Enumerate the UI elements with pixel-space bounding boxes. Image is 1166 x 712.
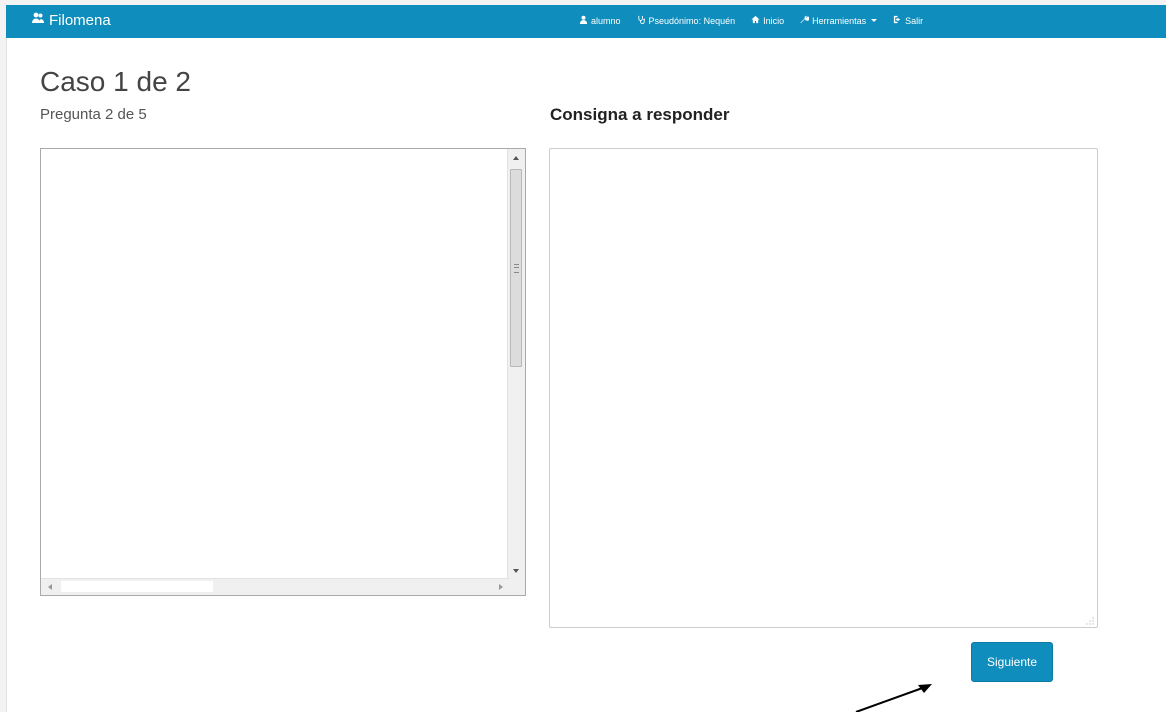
logout-icon xyxy=(893,15,902,26)
stethoscope-icon xyxy=(637,15,646,26)
nav-item-home[interactable]: Inicio xyxy=(751,15,784,26)
horizontal-scrollbar[interactable] xyxy=(41,578,510,595)
user-icon xyxy=(579,15,588,26)
case-content-panel[interactable] xyxy=(40,148,526,596)
nav-item-user-label: alumno xyxy=(591,15,621,26)
nav-item-logout-label: Salir xyxy=(905,15,924,26)
scrollbar-corner xyxy=(508,579,525,595)
horizontal-scroll-thumb[interactable] xyxy=(61,581,213,592)
answer-textarea[interactable] xyxy=(549,148,1098,628)
grip-icon xyxy=(514,264,519,273)
window-left-edge xyxy=(0,0,7,712)
top-navbar: Filomena alumno Pseudónimo: Nequén Inici… xyxy=(6,5,1166,38)
scroll-up-icon[interactable] xyxy=(513,156,519,160)
brand-label: Filomena xyxy=(49,11,111,29)
wrench-icon xyxy=(800,15,810,26)
resize-grip-icon[interactable] xyxy=(1085,616,1094,625)
scroll-left-icon[interactable] xyxy=(48,584,52,590)
chevron-down-icon xyxy=(871,19,878,22)
users-icon xyxy=(31,11,45,29)
brand[interactable]: Filomena xyxy=(31,11,111,29)
vertical-scrollbar[interactable] xyxy=(507,149,525,580)
annotation-arrow-icon xyxy=(855,684,932,712)
scroll-down-icon[interactable] xyxy=(513,569,519,573)
question-counter: Pregunta 2 de 5 xyxy=(40,106,147,123)
nav-item-pseudonym-label: Pseudónimo: Nequén xyxy=(648,15,736,26)
page-title: Caso 1 de 2 xyxy=(40,66,191,97)
next-button[interactable]: Siguiente xyxy=(971,642,1053,682)
vertical-scroll-thumb[interactable] xyxy=(510,169,522,367)
nav-item-pseudonym[interactable]: Pseudónimo: Nequén xyxy=(637,15,736,26)
nav-item-user[interactable]: alumno xyxy=(579,15,621,26)
nav-menu: alumno Pseudónimo: Nequén Inicio Herrami… xyxy=(579,15,939,26)
nav-item-tools[interactable]: Herramientas xyxy=(800,15,878,26)
scroll-right-icon[interactable] xyxy=(499,584,503,590)
nav-item-tools-label: Herramientas xyxy=(812,15,867,26)
nav-item-logout[interactable]: Salir xyxy=(893,15,923,26)
prompt-heading: Consigna a responder xyxy=(550,105,730,124)
nav-item-home-label: Inicio xyxy=(763,15,785,26)
home-icon xyxy=(751,15,760,26)
